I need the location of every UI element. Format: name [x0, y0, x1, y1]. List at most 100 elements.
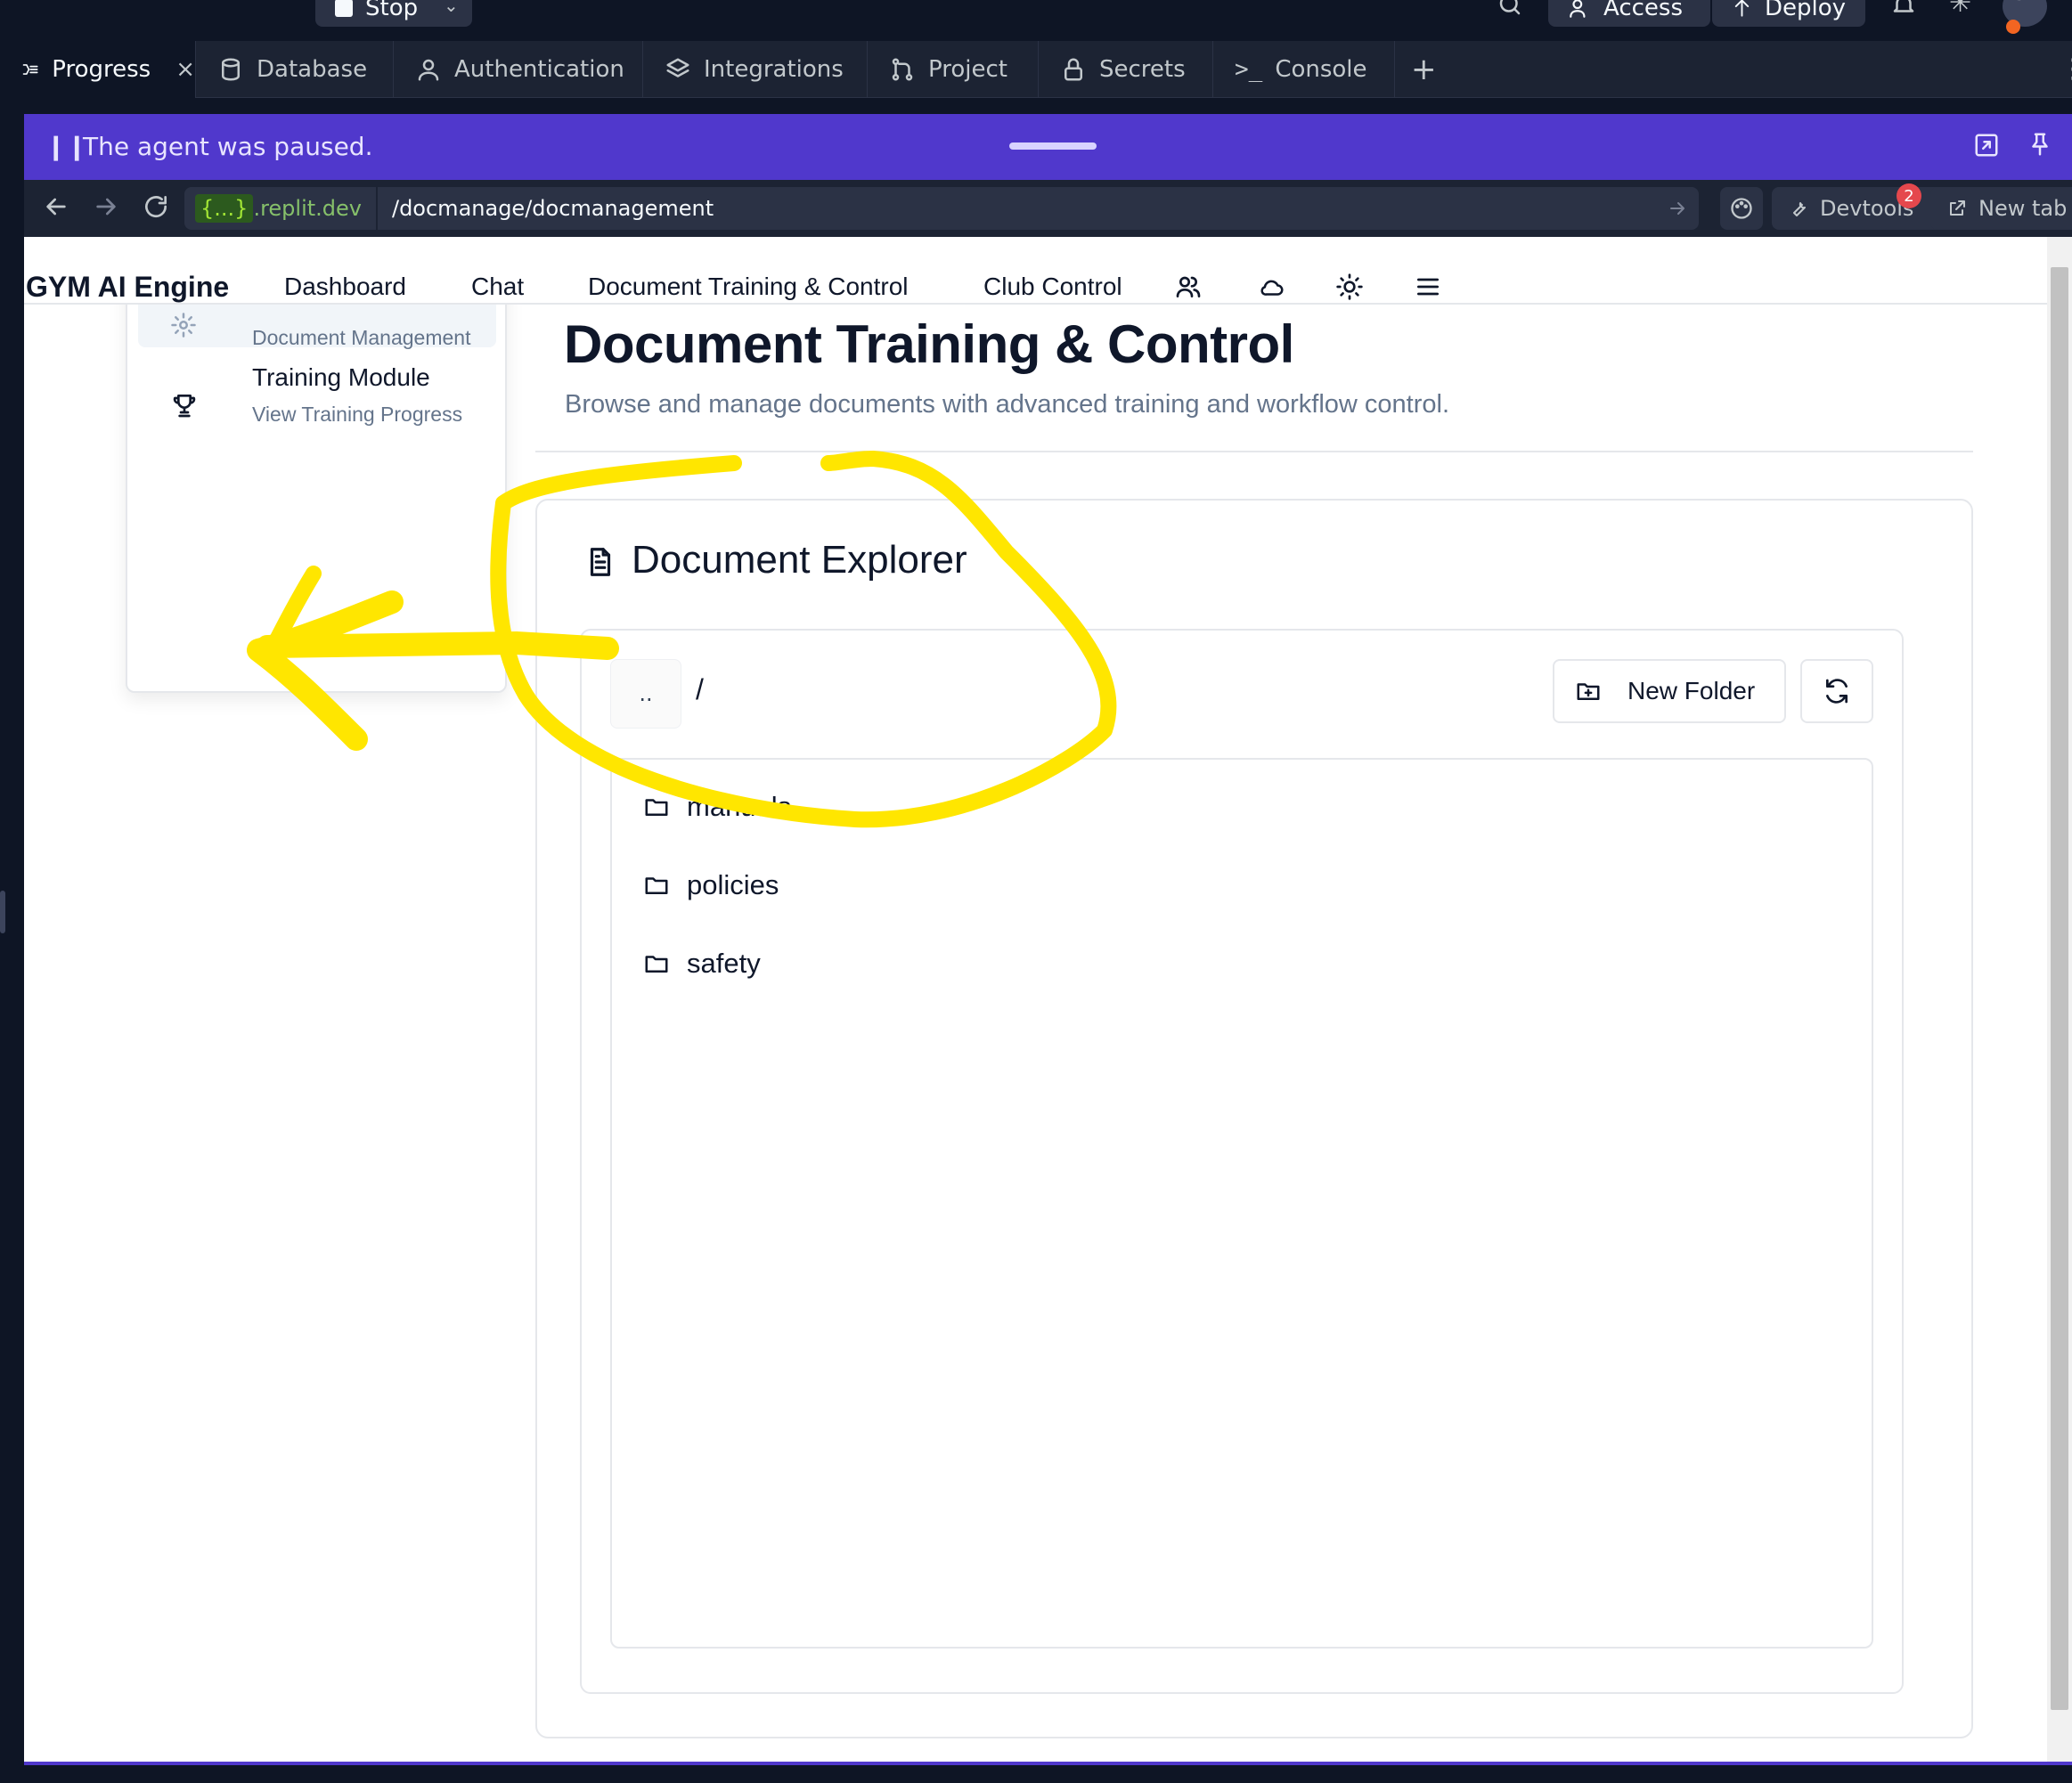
folder-name: safety — [687, 948, 761, 979]
expand-icon[interactable] — [1973, 132, 2000, 159]
tab-progress[interactable]: Progress × — [0, 41, 196, 98]
url-field[interactable]: {...} .replit.dev /docmanage/docmanageme… — [184, 187, 1699, 230]
agent-status-message: The agent was paused. — [83, 132, 373, 161]
navbar-divider — [24, 303, 2047, 305]
stop-dropdown-chevron-icon[interactable]: ⌄ — [444, 0, 459, 16]
card-title: Document Explorer — [632, 538, 967, 582]
close-icon[interactable]: × — [175, 56, 195, 83]
sun-icon[interactable] — [1335, 273, 1364, 301]
dropdown-item-title[interactable]: Training Module — [252, 363, 430, 392]
folder-icon — [645, 877, 668, 894]
devtools-button[interactable]: Devtools — [1772, 187, 1948, 230]
list-item[interactable]: policies — [642, 869, 779, 901]
cloud-icon[interactable] — [1257, 274, 1287, 301]
tab-label: Authentication — [454, 56, 624, 83]
user-plus-icon — [1570, 0, 1586, 18]
palette-button[interactable] — [1720, 187, 1763, 230]
url-divider — [375, 187, 378, 230]
terminal-icon: >_ — [1235, 56, 1263, 83]
folder-name: manuals — [687, 791, 792, 822]
top-bar: Stop ⌄ Access Deploy ✳ CM — [0, 0, 2072, 41]
folder-plus-icon — [1577, 683, 1600, 700]
user-icon — [418, 59, 439, 81]
tab-label: Project — [928, 56, 1007, 83]
folder-icon — [645, 799, 668, 816]
webview-url-bar: {...} .replit.dev /docmanage/docmanageme… — [24, 180, 2072, 237]
tab-database[interactable]: Database — [196, 41, 394, 98]
new-folder-label: New Folder — [1627, 677, 1756, 704]
users-icon[interactable] — [1173, 273, 1203, 301]
dropdown-item-subtitle: Document Management — [252, 326, 471, 349]
parent-directory-button[interactable]: .. — [610, 659, 681, 729]
avatar-initials: CM — [2012, 0, 2037, 4]
new-tab-plus-icon[interactable]: + — [1411, 52, 1437, 87]
nav-chat[interactable]: Chat — [471, 273, 524, 301]
go-arrow-icon[interactable] — [1667, 198, 1688, 219]
palette-icon — [1731, 198, 1752, 219]
folder-list — [610, 758, 1873, 1649]
database-icon — [222, 58, 240, 81]
current-path: / — [696, 673, 704, 705]
progress-icon — [22, 64, 38, 75]
nav-club-control[interactable]: Club Control — [983, 273, 1122, 301]
webview-bottom-border — [24, 1762, 2072, 1765]
deploy-icon — [1734, 0, 1750, 17]
dropdown-item-subtitle: View Training Progress — [252, 403, 463, 426]
tab-project[interactable]: Project — [868, 41, 1039, 98]
tab-label: Integrations — [704, 56, 844, 83]
new-folder-button[interactable]: New Folder — [1553, 659, 1786, 723]
brand-logo-text[interactable]: GYM AI Engine — [26, 271, 229, 304]
tab-authentication[interactable]: Authentication — [394, 41, 643, 98]
tab-label: Console — [1275, 56, 1367, 83]
domain-text: .replit.dev — [253, 196, 362, 221]
tab-secrets[interactable]: Secrets — [1039, 41, 1213, 98]
gear-icon — [170, 312, 197, 338]
resize-handle[interactable] — [0, 891, 5, 933]
nav-document-training[interactable]: Document Training & Control — [588, 273, 909, 301]
scrollbar-thumb[interactable] — [2051, 267, 2068, 1710]
ai-sparkle-icon[interactable]: ✳ — [1949, 0, 1971, 19]
pin-icon[interactable] — [2027, 130, 2053, 159]
deploy-label: Deploy — [1764, 0, 1846, 21]
access-label: Access — [1603, 0, 1684, 21]
deploy-button[interactable]: Deploy — [1712, 0, 1865, 27]
more-vertical-icon[interactable]: ⋮ — [2060, 53, 2072, 85]
menu-icon[interactable] — [1414, 273, 1442, 301]
pause-icon: ❙❙ — [45, 132, 87, 161]
new-tab-button[interactable]: New tab — [1930, 187, 2072, 230]
access-button[interactable]: Access — [1548, 0, 1710, 27]
reload-icon[interactable] — [142, 192, 170, 221]
nav-dashboard[interactable]: Dashboard — [284, 273, 406, 301]
agent-status-bar: ❙❙ The agent was paused. — [24, 114, 2072, 180]
nav-dropdown-menu: Do Document Management Training Module V… — [126, 267, 507, 693]
new-tab-label: New tab — [1978, 196, 2068, 221]
tab-console[interactable]: >_ Console — [1213, 41, 1395, 98]
trophy-icon — [170, 390, 199, 420]
bell-icon[interactable] — [1890, 0, 1917, 18]
stop-label: Stop — [365, 0, 419, 21]
avatar-status-dot — [2006, 20, 2020, 34]
back-arrow-icon[interactable] — [42, 192, 70, 221]
external-link-icon — [1950, 200, 1965, 216]
stop-icon — [335, 0, 353, 17]
wrench-icon — [1793, 202, 1806, 216]
header-divider — [535, 451, 1973, 452]
file-text-icon — [583, 543, 617, 581]
domain-prefix-badge: {...} — [195, 194, 254, 223]
drag-handle[interactable] — [1009, 142, 1097, 150]
page-subtitle: Browse and manage documents with advance… — [565, 390, 1449, 419]
forward-arrow-icon[interactable] — [92, 192, 120, 221]
app-preview: Document Training & Control Browse and m… — [24, 237, 2047, 1762]
refresh-button[interactable] — [1800, 659, 1873, 723]
workspace-tab-strip: Progress × Database Authentication Integ… — [0, 41, 2072, 98]
tab-label: Database — [257, 56, 368, 83]
list-item[interactable]: safety — [642, 948, 761, 980]
layers-icon — [666, 58, 689, 77]
url-path: /docmanage/docmanagement — [391, 196, 714, 221]
search-icon[interactable] — [1497, 0, 1523, 18]
tab-label: Secrets — [1099, 56, 1186, 83]
list-item[interactable]: manuals — [642, 791, 791, 823]
tab-integrations[interactable]: Integrations — [643, 41, 868, 98]
folder-icon — [645, 956, 668, 973]
lock-icon — [1065, 58, 1082, 81]
